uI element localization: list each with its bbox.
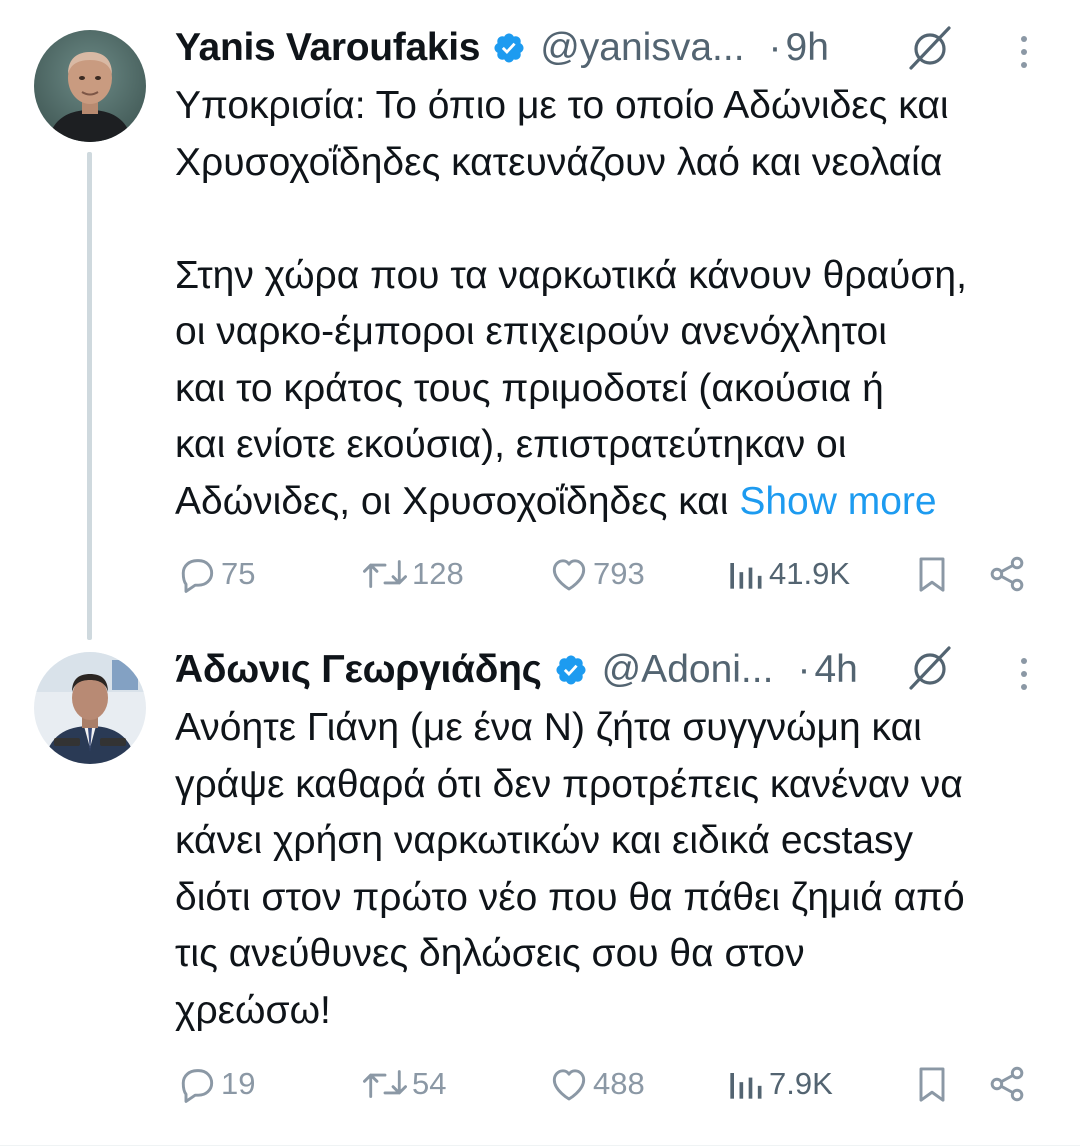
author-handle[interactable]: @yanisva... bbox=[540, 26, 744, 70]
share-icon bbox=[990, 556, 1024, 592]
text-line: Χρυσοχοΐδηδες κατευνάζουν λαό και νεολαί… bbox=[175, 140, 943, 184]
views-button[interactable]: 41.9K bbox=[723, 552, 850, 596]
author-handle[interactable]: @Adoni... bbox=[602, 648, 774, 692]
bookmark-icon bbox=[919, 557, 945, 592]
reply-count: 75 bbox=[221, 556, 256, 591]
separator-dot: · bbox=[768, 26, 782, 69]
tweet-time[interactable]: 9h bbox=[786, 26, 829, 70]
views-count: 41.9K bbox=[769, 556, 851, 591]
reply-count: 19 bbox=[221, 1066, 256, 1101]
tweet-text: Ανόητε Γιάνη (με ένα Ν) ζήτα συγγνώμη κα… bbox=[175, 700, 1065, 1039]
text-line: γράψε καθαρά ότι δεν προτρέπεις κανέναν … bbox=[175, 762, 963, 806]
share-button[interactable] bbox=[985, 1062, 1029, 1106]
retweet-icon bbox=[363, 560, 407, 588]
retweet-button[interactable]: 54 bbox=[360, 1062, 446, 1106]
heart-icon bbox=[552, 559, 586, 591]
text-line: Υποκρισία: Το όπιο με το οποίο Αδώνιδες … bbox=[175, 84, 949, 127]
reply-bubble-icon bbox=[181, 1069, 214, 1103]
verified-badge-icon bbox=[556, 655, 586, 685]
heart-icon bbox=[552, 1069, 586, 1101]
retweet-button[interactable]: 128 bbox=[360, 552, 464, 596]
separator-dot: · bbox=[797, 648, 811, 691]
avatar[interactable] bbox=[34, 652, 146, 764]
reply-button[interactable]: 19 bbox=[175, 1062, 255, 1106]
text-line: οι ναρκο-έμποροι επιχειρούν ανενόχλητοι bbox=[175, 310, 887, 353]
verified-badge-icon bbox=[494, 33, 524, 63]
text-line: χρεώσω! bbox=[175, 988, 331, 1032]
text-line: και ενίοτε εκούσια), επιστρατεύτηκαν οι bbox=[175, 423, 847, 466]
like-button[interactable]: 488 bbox=[547, 1062, 645, 1106]
like-button[interactable]: 793 bbox=[547, 552, 645, 596]
text-line: Ανόητε Γιάνη (με ένα Ν) ζήτα συγγνώμη κα… bbox=[175, 706, 922, 749]
tweet-actions: 75 128 793 41.9K bbox=[175, 552, 1055, 596]
reply-button[interactable]: 75 bbox=[175, 552, 255, 596]
bookmark-icon bbox=[919, 1067, 945, 1102]
text-line: Στην χώρα που τα ναρκωτικά κάνουν θραύση… bbox=[175, 253, 967, 297]
tweet-text: Υποκρισία: Το όπιο με το οποίο Αδώνιδες … bbox=[175, 78, 1065, 530]
noise-slash-icon[interactable] bbox=[905, 22, 955, 72]
text-line: τις ανεύθυνες δηλώσεις σου θα στον bbox=[175, 932, 805, 975]
retweet-count: 54 bbox=[412, 1066, 447, 1101]
more-vertical-icon[interactable] bbox=[1012, 32, 1036, 72]
noise-slash-icon[interactable] bbox=[905, 642, 955, 692]
like-count: 793 bbox=[593, 556, 645, 591]
bar-chart-icon bbox=[730, 1073, 762, 1099]
tweet-1[interactable]: Yanis Varoufakis @yanisva... · 9h Υποκρι… bbox=[0, 0, 1080, 640]
tweet-time[interactable]: 4h bbox=[814, 648, 857, 692]
show-more-link[interactable]: Show more bbox=[739, 480, 936, 523]
author-name[interactable]: Άδωνις Γεωργιάδης bbox=[175, 648, 542, 692]
bookmark-button[interactable] bbox=[910, 1062, 954, 1106]
more-vertical-icon[interactable] bbox=[1012, 654, 1036, 694]
bookmark-button[interactable] bbox=[910, 552, 954, 596]
author-name[interactable]: Yanis Varoufakis bbox=[175, 26, 481, 70]
share-icon bbox=[990, 1066, 1024, 1102]
share-button[interactable] bbox=[985, 552, 1029, 596]
retweet-icon bbox=[363, 1070, 407, 1098]
avatar-image bbox=[34, 30, 146, 142]
text-line: διότι στον πρώτο νέο που θα πάθει ζημιά … bbox=[175, 875, 965, 919]
avatar[interactable] bbox=[34, 30, 146, 142]
views-button[interactable]: 7.9K bbox=[723, 1062, 833, 1106]
text-line: Αδώνιδες, οι Χρυσοχοΐδηδες και bbox=[175, 479, 740, 523]
reply-bubble-icon bbox=[181, 559, 214, 593]
tweet-2[interactable]: Άδωνις Γεωργιάδης @Adoni... · 4h Ανόητε … bbox=[0, 620, 1080, 1146]
tweet-actions: 19 54 488 7.9K bbox=[175, 1062, 1055, 1106]
like-count: 488 bbox=[593, 1066, 645, 1101]
bar-chart-icon bbox=[730, 563, 762, 589]
views-count: 7.9K bbox=[769, 1066, 833, 1101]
text-line: κάνει χρήση ναρκωτικών και ειδικά ecstas… bbox=[175, 819, 914, 862]
thread-connector-line bbox=[87, 152, 92, 640]
avatar-image bbox=[34, 652, 146, 764]
text-line: και το κράτος τους πριμοδοτεί (ακούσια ή bbox=[175, 366, 884, 410]
retweet-count: 128 bbox=[412, 556, 464, 591]
